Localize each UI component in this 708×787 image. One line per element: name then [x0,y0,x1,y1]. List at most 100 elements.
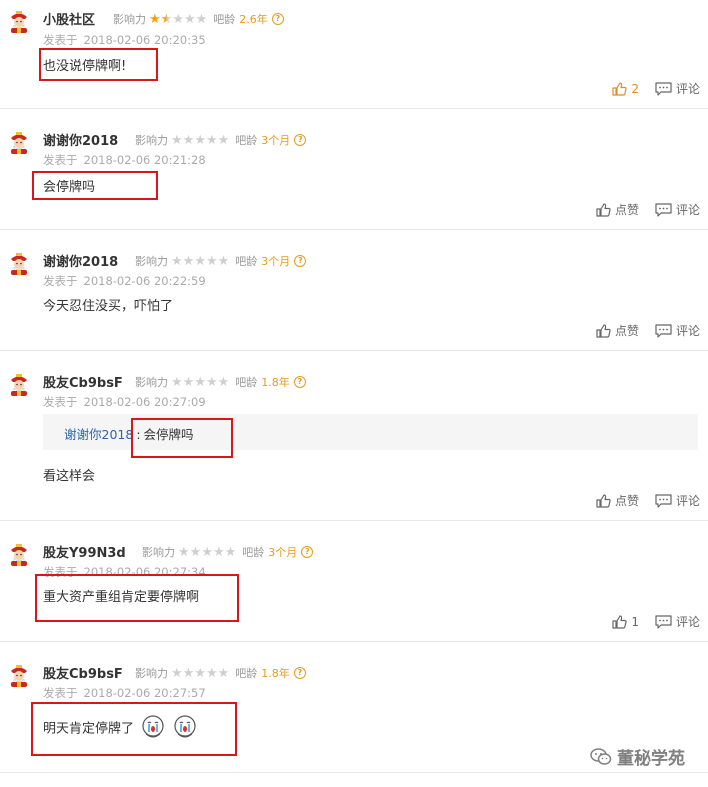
avatar[interactable] [7,9,31,33]
influence-label: 影响力 [135,667,168,680]
help-icon[interactable]: ? [293,667,306,679]
influence-label: 影响力 [135,376,168,389]
thumbs-up-icon [596,202,611,217]
highlight-box [31,702,237,756]
like-label: 点赞 [614,494,639,508]
user-meta: 影响力 ★ ★ ★ ★ ★ 吧龄 1.8年 ? [135,374,306,390]
timestamp: 2018-02-06 20:27:09 [83,395,206,409]
post-actions: 点赞 评论 [580,201,700,218]
comment-label: 评论 [675,494,700,508]
star-icon: ★ [172,11,184,27]
comment-button[interactable]: 评论 [655,492,700,509]
quoted-author-link[interactable]: 谢谢你2018 [64,427,133,442]
like-button[interactable]: 点赞 [596,492,639,509]
posted-at-label: 发表于 [43,686,78,700]
thumbs-up-icon [612,81,627,96]
star-icon: ★ [171,253,183,269]
bar-age-value: 2.6年 [239,13,268,26]
highlight-box [35,574,239,622]
watermark-text: 董秘学苑 [617,749,685,769]
influence-label: 影响力 [113,13,146,26]
star-icon: ★ [194,374,206,390]
post-time: 发表于 2018-02-06 20:27:09 [43,394,206,410]
user-meta: 影响力 ★ ★ ★ ★ ★ 吧龄 3个月 ? [135,132,307,148]
influence-label: 影响力 [142,546,175,559]
influence-stars: ★ ★ ★ ★ ★ [178,546,236,559]
username[interactable]: 股友Cb9bsF [43,663,123,682]
avatar[interactable] [7,372,31,396]
avatar[interactable] [7,251,31,275]
comment-button[interactable]: 评论 [655,322,700,339]
comment-icon [655,323,672,338]
highlight-box [32,171,158,200]
help-icon[interactable]: ? [294,255,307,267]
like-button[interactable]: 点赞 [596,201,639,218]
star-icon: ★ [205,374,218,390]
bar-age-value: 1.8年 [261,667,290,680]
posted-at-label: 发表于 [43,33,78,47]
star-icon: ★ [212,544,225,560]
bar-age-value: 3个月 [268,546,298,559]
comment-button[interactable]: 评论 [655,201,700,218]
thumbs-up-icon [596,323,611,338]
comment-label: 评论 [675,203,700,217]
like-button[interactable]: 点赞 [596,322,639,339]
influence-stars: ★ ★ ★ ★ ★ [171,255,229,268]
comment-icon [655,614,672,629]
avatar[interactable] [7,542,31,566]
user-meta: 影响力 ★ ★ ★ ★ ★ 吧龄 3个月 ? [142,544,314,560]
bar-age-label: 吧龄 [235,255,258,268]
like-button[interactable]: 2 [612,82,639,96]
timestamp: 2018-02-06 20:20:35 [83,33,206,47]
star-icon: ★ [182,665,195,681]
comment-icon [655,493,672,508]
timestamp: 2018-02-06 20:21:28 [83,153,206,167]
star-icon: ★ [217,374,230,390]
user-meta: 影响力 ★ ★ ★ ★ ★ 吧龄 3个月 ? [135,253,307,269]
like-label: 点赞 [614,203,639,217]
wechat-icon [590,747,612,767]
comment-button[interactable]: 评论 [655,613,700,630]
star-icon: ★ [205,132,218,148]
help-icon[interactable]: ? [271,13,284,25]
influence-stars: ★ ★ ★ ★ ★ [171,667,229,680]
comment-button[interactable]: 评论 [655,80,700,97]
bar-age-value: 3个月 [261,134,291,147]
like-button[interactable]: 1 [612,615,639,629]
like-count: 2 [631,81,639,96]
like-label: 点赞 [614,324,639,338]
posted-at-label: 发表于 [43,274,78,288]
comment-icon [655,81,672,96]
username[interactable]: 谢谢你2018 [43,130,118,149]
influence-label: 影响力 [135,255,168,268]
star-icon: ★ [149,11,161,27]
star-icon: ★ [189,544,202,560]
star-icon: ★ [217,253,230,269]
post-item: 小股社区 影响力 ★ ★ ★ ★ ★ 吧龄 2.6年 ? 发表于 2018-02-06 2… [0,0,708,109]
post-content: 看这样会 [43,469,96,484]
username[interactable]: 小股社区 [43,9,95,28]
star-icon: ★ [182,374,195,390]
help-icon[interactable]: ? [301,546,314,558]
avatar[interactable] [7,663,31,687]
help-icon[interactable]: ? [294,134,307,146]
bar-age-label: 吧龄 [235,376,258,389]
highlight-box [131,418,233,458]
avatar[interactable] [7,130,31,154]
username[interactable]: 谢谢你2018 [43,251,118,270]
influence-label: 影响力 [135,134,168,147]
comment-label: 评论 [675,82,700,96]
username[interactable]: 股友Y99N3d [43,542,126,561]
bar-age-value: 3个月 [261,255,291,268]
star-icon: ★ [205,665,218,681]
username[interactable]: 股友Cb9bsF [43,372,123,391]
star-icon: ★ [217,132,230,148]
help-icon[interactable]: ? [293,376,306,388]
comment-icon [655,202,672,217]
star-icon: ★ [224,544,237,560]
star-icon: ★ [217,665,230,681]
thumbs-up-icon [596,493,611,508]
like-count: 1 [631,614,639,629]
post-time: 发表于 2018-02-06 20:27:57 [43,685,206,701]
star-icon: ★ [195,11,208,27]
